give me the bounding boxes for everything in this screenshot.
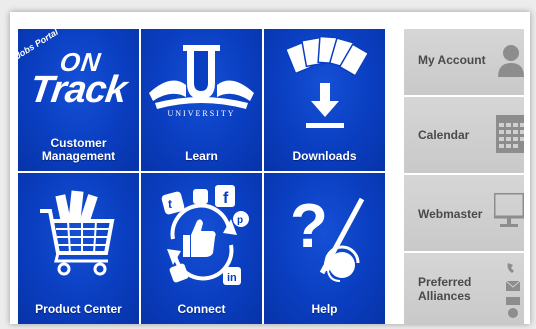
university-text: UNIVERSITY [167, 109, 236, 118]
product-center-tile[interactable]: Product Center [18, 173, 139, 324]
my-account-tile[interactable]: My Account [404, 29, 524, 95]
svg-text:t: t [168, 197, 172, 211]
downloads-label: Downloads [292, 149, 357, 163]
ontrack-logo-track: Track [27, 69, 129, 111]
help-label: Help [311, 302, 338, 316]
connect-label: Connect [177, 302, 226, 316]
my-account-label: My Account [418, 53, 486, 67]
portal-frame: Jobs Portal ON Track Customer Management… [10, 12, 530, 324]
webmaster-label: Webmaster [418, 207, 483, 221]
help-tile[interactable]: ? Help [264, 173, 385, 324]
monitor-icon [494, 193, 524, 227]
customer-management-tile[interactable]: Jobs Portal ON Track Customer Management [18, 29, 139, 171]
customer-management-label: Customer Management [41, 136, 116, 163]
product-center-label: Product Center [35, 302, 122, 316]
svg-text:in: in [227, 272, 237, 284]
jobs-portal-tag: Jobs Portal [18, 29, 60, 62]
svg-text:?: ? [290, 192, 328, 261]
help-question-headset-icon: ? [290, 192, 365, 282]
calendar-tile[interactable]: Calendar [404, 97, 524, 173]
connect-tile[interactable]: f in p t Connect [141, 173, 262, 324]
calendar-icon [496, 115, 524, 153]
user-icon [498, 45, 524, 77]
downloads-tile[interactable]: Downloads [264, 29, 385, 171]
social-connect-icon: f in p t [161, 185, 249, 285]
webmaster-tile[interactable]: Webmaster [404, 175, 524, 251]
documents-download-icon [284, 35, 370, 128]
svg-text:p: p [237, 215, 243, 226]
preferred-alliances-tile[interactable]: Preferred Alliances [404, 253, 524, 324]
shopping-cart-icon [40, 190, 115, 276]
svg-text:f: f [223, 190, 229, 207]
learn-tile[interactable]: UNIVERSITY Learn [141, 29, 262, 171]
preferred-alliances-label: Preferred Alliances [418, 275, 472, 303]
calendar-label: Calendar [418, 128, 470, 142]
contact-icons [505, 263, 521, 318]
learn-label: Learn [185, 149, 218, 163]
